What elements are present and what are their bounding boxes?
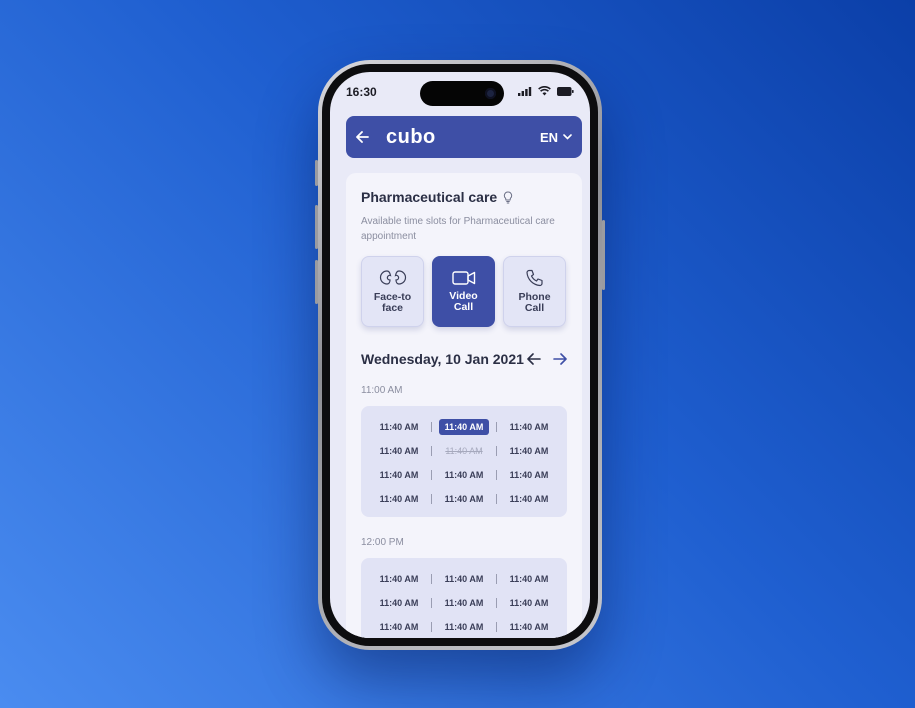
face-to-face-button[interactable]: Face-to face: [361, 256, 424, 327]
time-slot-label: 11:40 AM: [379, 446, 419, 456]
language-label: EN: [539, 129, 558, 145]
time-slot[interactable]: 11:40 AM: [432, 491, 496, 507]
time-slot[interactable]: 11:40 AM: [497, 467, 561, 483]
time-slot-label: 11:40 AM: [444, 574, 484, 584]
page-title: Pharmaceutical care: [361, 189, 498, 205]
phone-screen: 16:30 cubo EN Pharmaceutical care Availa…: [330, 72, 590, 638]
time-slot[interactable]: 11:40 AM: [367, 595, 431, 611]
time-slot[interactable]: 11:40 AM: [497, 595, 561, 611]
time-slot-label: 11:40 AM: [379, 574, 419, 584]
lightbulb-icon[interactable]: [503, 190, 513, 204]
time-slot-grid: 11:40 AM 11:40 AM 11:40 AM 11:40 AM 11:40 AM…: [361, 558, 567, 638]
video-camera-icon: [451, 271, 475, 285]
time-slot[interactable]: 11:40 AM: [367, 419, 431, 435]
title-row: Pharmaceutical care: [361, 189, 567, 205]
time-slot-label: 11:40 AM: [379, 494, 419, 504]
time-slot[interactable]: 11:40 AM: [367, 443, 431, 459]
back-arrow-icon[interactable]: [356, 129, 372, 145]
time-slot-row: 11:40 AM 11:40 AM 11:40 AM: [367, 415, 561, 439]
phone-bezel: 16:30 cubo EN Pharmaceutical care Availa…: [322, 64, 598, 646]
time-slot-label: 11:40 AM: [444, 470, 484, 480]
dynamic-island: [420, 81, 504, 106]
phone-call-button[interactable]: Phone Call: [503, 256, 566, 327]
time-slot-label: 11:40 AM: [444, 494, 484, 504]
mute-switch: [315, 160, 318, 186]
time-group-heading: 12:00 PM: [361, 537, 404, 548]
volume-up-button: [315, 205, 318, 249]
language-selector[interactable]: EN: [540, 130, 572, 145]
time-slot-row: 11:40 AM 11:40 AM 11:40 AM: [367, 439, 561, 463]
time-slot-label: 11:40 AM: [379, 470, 419, 480]
time-slot-label: 11:40 AM: [509, 622, 549, 632]
content-card: Pharmaceutical care Available time slots…: [346, 173, 582, 638]
face-to-face-icon: [379, 270, 406, 285]
page-subtitle: Available time slots for Pharmaceutical …: [361, 216, 555, 242]
time-slot-label: 11:40 AM: [509, 422, 549, 432]
camera-icon: [485, 88, 496, 99]
time-slot-label: 11:40 AM: [444, 598, 484, 608]
time-slot-label: 11:40 AM: [379, 598, 419, 608]
face-to-face-label-2: face: [381, 302, 403, 314]
time-slot[interactable]: 11:40 AM: [432, 571, 496, 587]
appointment-type-selector: Face-to face Video Call Phone Call: [361, 256, 567, 327]
time-group-heading: 11:00 AM: [361, 385, 403, 396]
time-slot-label: 11:40 AM: [438, 419, 490, 435]
time-slot-label: 11:40 AM: [509, 494, 549, 504]
time-slot-label: 11:40 AM: [444, 622, 484, 632]
phone-frame: 16:30 cubo EN Pharmaceutical care Availa…: [315, 60, 605, 650]
time-slot-row: 11:40 AM 11:40 AM 11:40 AM: [367, 615, 561, 638]
time-slot[interactable]: 11:40 AM: [432, 595, 496, 611]
time-slot-label: 11:40 AM: [509, 574, 549, 584]
phone-icon: [525, 269, 543, 287]
time-slot[interactable]: 11:40 AM: [497, 491, 561, 507]
time-slot[interactable]: 11:40 AM: [497, 419, 561, 435]
time-slot[interactable]: 11:40 AM: [367, 571, 431, 587]
time-slot-label: 11:40 AM: [379, 622, 419, 632]
time-slot[interactable]: 11:40 AM: [367, 467, 431, 483]
time-slot[interactable]: 11:40 AM: [497, 571, 561, 587]
time-slot-label: 11:40 AM: [509, 598, 549, 608]
time-slot-row: 11:40 AM 11:40 AM 11:40 AM: [367, 487, 561, 511]
chevron-down-icon: [563, 134, 572, 140]
time-slot-selected[interactable]: 11:40 AM: [432, 419, 496, 435]
battery-icon: [557, 86, 574, 96]
status-icons: [518, 86, 574, 96]
time-slot-row: 11:40 AM 11:40 AM 11:40 AM: [367, 567, 561, 591]
date-row: Wednesday, 10 Jan 2021: [361, 351, 567, 367]
date-navigation: [527, 353, 567, 365]
next-day-arrow-icon[interactable]: [553, 353, 567, 365]
volume-down-button: [315, 260, 318, 304]
previous-day-arrow-icon[interactable]: [527, 353, 541, 365]
video-call-label-2: Call: [453, 301, 474, 313]
time-slot[interactable]: 11:40 AM: [497, 443, 561, 459]
time-slot-groups: 11:00 AM 11:40 AM 11:40 AM 11:40 AM 11:40 AM…: [361, 385, 567, 638]
selected-date: Wednesday, 10 Jan 2021: [361, 351, 524, 367]
time-slot-label: 11:40 AM: [445, 446, 483, 456]
time-slot[interactable]: 11:40 AM: [367, 619, 431, 635]
time-slot-row: 11:40 AM 11:40 AM 11:40 AM: [367, 463, 561, 487]
wifi-icon: [538, 86, 551, 96]
time-slot-label: 11:40 AM: [509, 470, 549, 480]
time-slot-grid: 11:40 AM 11:40 AM 11:40 AM 11:40 AM 11:40 AM…: [361, 406, 567, 517]
time-slot[interactable]: 11:40 AM: [432, 619, 496, 635]
time-slot[interactable]: 11:40 AM: [497, 619, 561, 635]
time-slot-label: 11:40 AM: [509, 446, 549, 456]
status-time: 16:30: [346, 85, 377, 99]
app-header: cubo EN: [346, 116, 582, 158]
phone-call-label-2: Call: [524, 302, 545, 314]
time-slot[interactable]: 11:40 AM: [432, 467, 496, 483]
time-slot-unavailable: 11:40 AM: [432, 443, 496, 459]
app-logo: cubo: [386, 125, 436, 148]
time-slot-row: 11:40 AM 11:40 AM 11:40 AM: [367, 591, 561, 615]
video-call-button[interactable]: Video Call: [432, 256, 495, 327]
time-slot[interactable]: 11:40 AM: [367, 491, 431, 507]
power-button: [602, 220, 605, 290]
signal-icon: [518, 86, 532, 96]
time-slot-label: 11:40 AM: [379, 422, 419, 432]
